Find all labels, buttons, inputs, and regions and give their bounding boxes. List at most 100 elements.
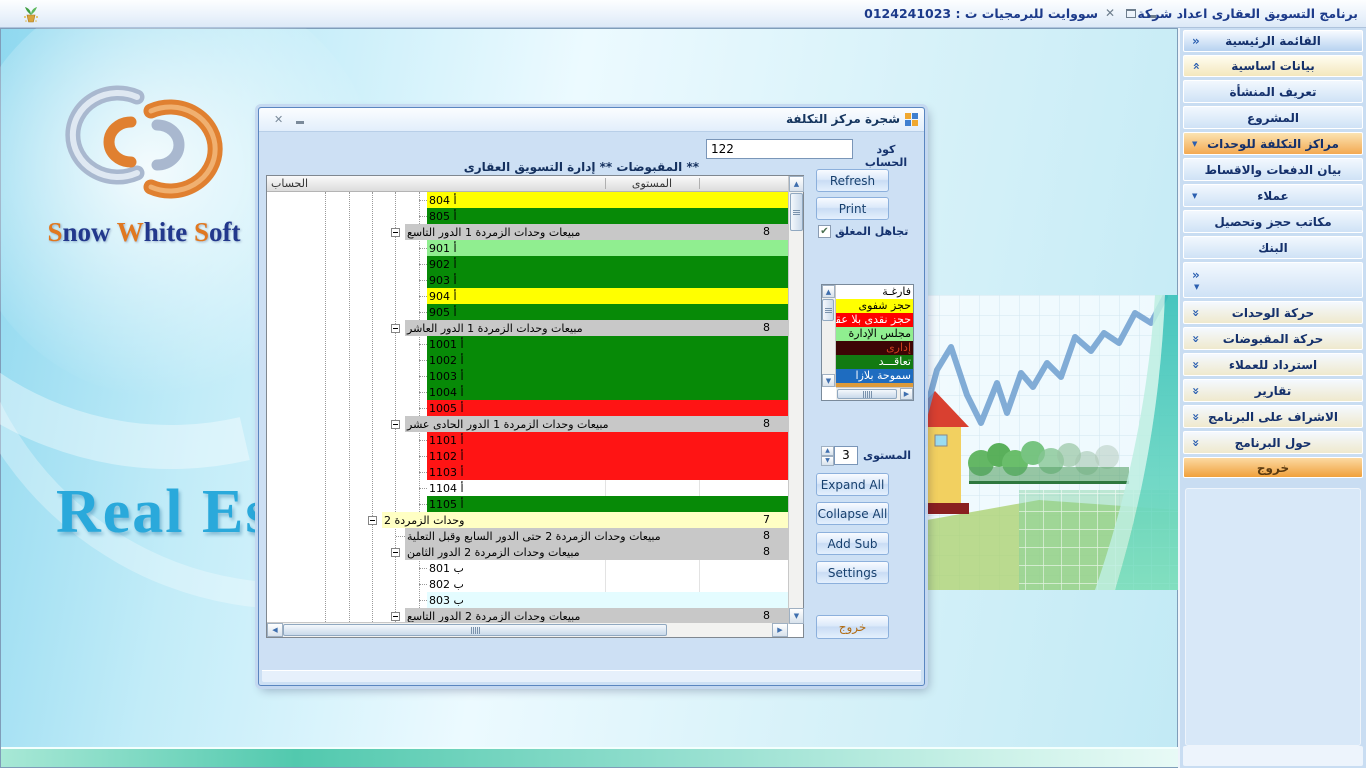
tree-row[interactable]: أ 804 — [267, 192, 788, 208]
tree-collapse-icon[interactable] — [391, 548, 400, 557]
level-value[interactable]: 3 — [834, 446, 858, 465]
close-icon[interactable]: ✕ — [1105, 8, 1115, 18]
column-header-account[interactable]: الحساب — [271, 177, 308, 190]
legend-item[interactable]: تعاقـــد — [836, 355, 913, 369]
chevron-down-icon: » — [1191, 387, 1201, 395]
collapse-all-button[interactable]: Collapse All — [816, 502, 889, 525]
settings-button[interactable]: Settings — [816, 561, 889, 584]
scroll-thumb[interactable] — [837, 389, 897, 399]
dialog-titlebar[interactable]: شجرة مركز التكلفة ✕ — [259, 108, 924, 132]
tree-row[interactable]: أ 1001 — [267, 336, 788, 352]
sidebar-item[interactable]: ▼عملاء — [1183, 184, 1363, 207]
dialog-exit-button[interactable]: خروج — [816, 615, 889, 639]
dialog-minimize-icon[interactable] — [296, 121, 304, 124]
tree-row[interactable]: أ 1004 — [267, 384, 788, 400]
sidebar-item[interactable]: »القائمة الرئيسية — [1183, 30, 1363, 52]
scroll-thumb[interactable] — [822, 299, 834, 321]
spinner-up-icon[interactable]: ▲ — [821, 446, 834, 456]
column-header-level[interactable]: المستوى — [605, 177, 699, 190]
scroll-down-icon[interactable]: ▼ — [789, 608, 804, 624]
legend-horizontal-scrollbar[interactable]: ▶ — [836, 387, 913, 400]
scroll-right-icon[interactable]: ▶ — [772, 623, 788, 637]
sidebar-item[interactable]: المشروع — [1183, 106, 1363, 129]
account-code-input[interactable] — [706, 139, 853, 159]
tree-row[interactable]: أ 1005 — [267, 400, 788, 416]
tree-row[interactable]: أ 805 — [267, 208, 788, 224]
chevron-drop-icon: ▼ — [1194, 283, 1199, 291]
tree-row[interactable]: أ 1003 — [267, 368, 788, 384]
scroll-up-icon[interactable]: ▲ — [789, 176, 804, 192]
legend-item[interactable]: سموحة بلازا — [836, 369, 913, 383]
tree-row-level: 7 — [763, 513, 770, 526]
vertical-scrollbar[interactable]: ▲ ▼ — [788, 176, 803, 624]
sidebar-collapsed-strip[interactable]: »▼ — [1183, 262, 1363, 298]
tree-row[interactable]: 7وحدات الزمردة 2 — [267, 512, 788, 528]
tree-collapse-icon[interactable] — [391, 228, 400, 237]
sidebar-item[interactable]: »حركة المقبوضات — [1183, 327, 1363, 350]
scroll-thumb[interactable] — [790, 193, 803, 231]
horizontal-scrollbar[interactable]: ◀ ▶ — [267, 622, 788, 637]
sidebar-item[interactable]: »بيانات اساسية — [1183, 55, 1363, 77]
tree-collapse-icon[interactable] — [368, 516, 377, 525]
tree-row[interactable]: أ 902 — [267, 256, 788, 272]
sidebar-item[interactable]: البنك — [1183, 236, 1363, 259]
legend-item[interactable]: إدارى — [836, 341, 913, 355]
refresh-button[interactable]: Refresh — [816, 169, 889, 192]
legend-item[interactable]: مجلس الإدارة — [836, 327, 913, 341]
tree-row[interactable]: ب 802 — [267, 576, 788, 592]
dialog-close-icon[interactable]: ✕ — [274, 113, 283, 126]
tree-row[interactable]: 8مبيعات وحدات الزمردة 1 الدور العاشر — [267, 320, 788, 336]
tree-row[interactable]: أ 903 — [267, 272, 788, 288]
tree-row[interactable]: 8مبيعات وحدات الزمردة 1 الدور الحادى عشر — [267, 416, 788, 432]
tree-collapse-icon[interactable] — [391, 420, 400, 429]
sidebar-item[interactable]: »الاشراف على البرنامج — [1183, 405, 1363, 428]
tree-row[interactable]: أ 1104 — [267, 480, 788, 496]
tree-row[interactable]: 8مبيعات وحدات الزمردة 2 حتى الدور السابع… — [267, 528, 788, 544]
tree-row[interactable]: ب 801 — [267, 560, 788, 576]
legend-item[interactable]: حجز نقدى بلا عقد — [836, 313, 913, 327]
add-sub-button[interactable]: Add Sub — [816, 532, 889, 555]
sidebar-item[interactable]: بيان الدفعات والاقساط — [1183, 158, 1363, 181]
tree-row[interactable]: أ 1101 — [267, 432, 788, 448]
spinner-down-icon[interactable]: ▼ — [821, 456, 834, 466]
sidebar-item[interactable]: ▼مراكز التكلفة للوحدات — [1183, 132, 1363, 155]
expand-all-button[interactable]: Expand All — [816, 473, 889, 496]
legend-item[interactable]: فارغـة — [836, 285, 913, 299]
level-spinner[interactable]: ▲ ▼ — [821, 446, 834, 465]
tree-row[interactable]: ب 803 — [267, 592, 788, 608]
tree-row[interactable]: أ 1105 — [267, 496, 788, 512]
legend-vertical-scrollbar[interactable]: ▲ ▼ — [822, 285, 836, 387]
tree-row[interactable]: أ 901 — [267, 240, 788, 256]
account-subtitle: ** المقبوضات ** إدارة التسويق العقارى — [464, 160, 699, 174]
tree-row[interactable]: أ 904 — [267, 288, 788, 304]
sidebar-item[interactable]: تعريف المنشأة — [1183, 80, 1363, 103]
scroll-right-icon[interactable]: ▶ — [900, 388, 913, 400]
sidebar-item-label: عملاء — [1257, 189, 1289, 203]
sidebar-item[interactable]: خروج — [1183, 457, 1363, 478]
scroll-thumb[interactable] — [283, 624, 667, 636]
tree-row[interactable]: 8مبيعات وحدات الزمردة 2 الدور الثامن — [267, 544, 788, 560]
tree-row[interactable]: أ 905 — [267, 304, 788, 320]
scroll-up-icon[interactable]: ▲ — [822, 285, 835, 298]
sidebar-item[interactable]: »حركة الوحدات — [1183, 301, 1363, 324]
wordmark-letter: S — [194, 217, 209, 247]
snow-white-soft-wordmark: Snow White Soft — [29, 217, 259, 248]
tree-row[interactable]: أ 1002 — [267, 352, 788, 368]
sidebar-item[interactable]: مكاتب حجز وتحصيل — [1183, 210, 1363, 233]
scroll-left-icon[interactable]: ◀ — [267, 623, 283, 637]
sidebar-item-label: بيانات اساسية — [1231, 59, 1315, 73]
tree-collapse-icon[interactable] — [391, 612, 400, 621]
tree-row[interactable]: أ 1102 — [267, 448, 788, 464]
maximize-icon[interactable] — [1126, 9, 1136, 18]
sidebar-item[interactable]: »حول البرنامج — [1183, 431, 1363, 454]
tree-row[interactable]: أ 1103 — [267, 464, 788, 480]
tree-collapse-icon[interactable] — [391, 324, 400, 333]
scroll-down-icon[interactable]: ▼ — [822, 374, 835, 387]
legend-item[interactable]: حجز شفوى — [836, 299, 913, 313]
print-button[interactable]: Print — [816, 197, 889, 220]
sidebar-item[interactable]: »تقارير — [1183, 379, 1363, 402]
sidebar-item[interactable]: »استرداد للعملاء — [1183, 353, 1363, 376]
checkbox-check-icon[interactable]: ✔ — [818, 225, 831, 238]
tree-row[interactable]: 8مبيعات وحدات الزمردة 1 الدور التاسع — [267, 224, 788, 240]
ignore-closed-checkbox[interactable]: ✔ تجاهل المغلق — [818, 225, 908, 238]
